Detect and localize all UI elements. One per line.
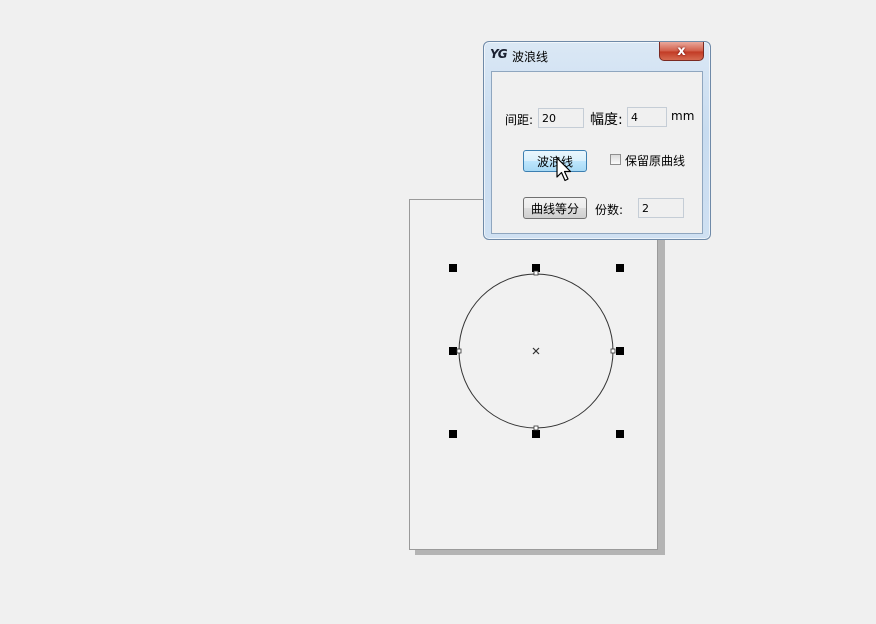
wave-line-button[interactable]: 波浪线 <box>523 150 587 172</box>
keep-curve-label: 保留原曲线 <box>625 154 686 168</box>
app-logo: YG <box>490 47 508 61</box>
handle-bottom-left[interactable] <box>449 430 457 438</box>
handle-bottom-center[interactable] <box>532 430 540 438</box>
node-right[interactable] <box>610 348 616 354</box>
unit-label: mm <box>671 109 695 123</box>
close-icon: x <box>677 43 686 59</box>
divide-curve-button[interactable]: 曲线等分 <box>523 197 587 219</box>
spacing-label: 间距: <box>505 113 534 127</box>
node-top[interactable] <box>533 270 539 276</box>
dialog-body: 间距: 幅度: mm 波浪线 保留原曲线 曲线等分 份数: <box>491 71 703 234</box>
spacing-input[interactable] <box>538 108 584 128</box>
node-left[interactable] <box>456 348 462 354</box>
handle-middle-right[interactable] <box>616 347 624 355</box>
selected-circle-shape[interactable] <box>440 255 640 450</box>
parts-label: 份数: <box>595 203 624 217</box>
title-bar[interactable]: YG 波浪线 x <box>484 42 710 70</box>
wave-line-dialog: YG 波浪线 x 间距: 幅度: mm 波浪线 保留原曲线 曲线等分 份数: <box>483 41 711 240</box>
handle-top-right[interactable] <box>616 264 624 272</box>
center-x-icon <box>532 347 540 355</box>
arrow-pointer-icon <box>556 157 572 182</box>
amplitude-input[interactable] <box>627 107 667 127</box>
parts-input[interactable] <box>638 198 684 218</box>
handle-top-left[interactable] <box>449 264 457 272</box>
dialog-title: 波浪线 <box>512 50 549 64</box>
amplitude-label: 幅度: <box>590 112 623 128</box>
handle-bottom-right[interactable] <box>616 430 624 438</box>
close-button[interactable]: x <box>659 42 704 61</box>
node-bottom[interactable] <box>533 425 539 431</box>
handle-middle-left[interactable] <box>449 347 457 355</box>
keep-curve-checkbox[interactable] <box>610 154 621 165</box>
